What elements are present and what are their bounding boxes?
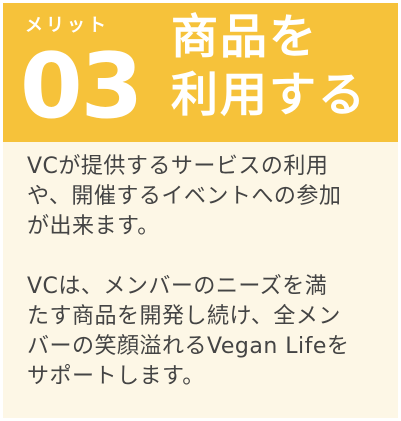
description-paragraph-1: VCが提供するサービスの利用 や、開催するイベントへの参加 が出来ます。 <box>27 152 387 242</box>
paragraph-1-line-2: や、開催するイベントへの参加 <box>27 184 342 209</box>
paragraph-1-line-3: が出来ます。 <box>27 214 160 239</box>
merit-number: 03 <box>20 34 143 139</box>
merit-card: メリット 03 商品を 利用する VCが提供するサービスの利用 や、開催するイベ… <box>3 3 398 418</box>
merit-title-line-2: 利用する <box>171 68 367 123</box>
paragraph-2-line-4: サポートします。 <box>27 364 205 389</box>
paragraph-2-line-1: VCは、メンバーのニーズを満 <box>27 274 328 299</box>
merit-title-line-1: 商品を <box>171 10 318 65</box>
merit-header: メリット 03 商品を 利用する <box>3 3 398 142</box>
paragraph-1-line-1: VCが提供するサービスの利用 <box>27 154 329 179</box>
paragraph-2-line-2: たす商品を開発し続け、全メン <box>27 304 341 329</box>
paragraph-2-line-3: バーの笑顔溢れるVegan Lifeを <box>27 334 350 359</box>
merit-title: 商品を 利用する <box>171 9 367 125</box>
description-paragraph-2: VCは、メンバーのニーズを満 たす商品を開発し続け、全メン バーの笑顔溢れるVe… <box>27 272 387 392</box>
merit-description: VCが提供するサービスの利用 や、開催するイベントへの参加 が出来ます。 VCは… <box>27 152 387 392</box>
